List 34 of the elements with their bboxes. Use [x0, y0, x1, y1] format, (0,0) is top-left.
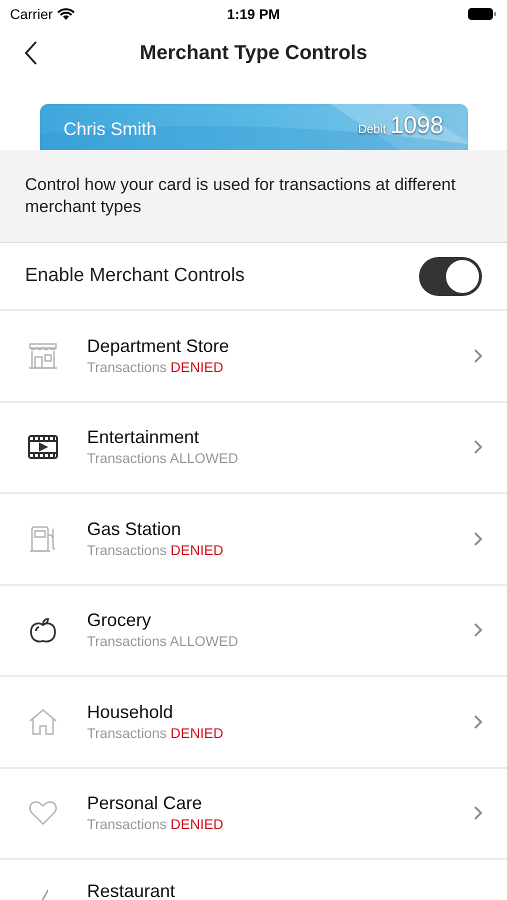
merchant-name: Gas Station: [87, 518, 182, 540]
transaction-status: Transactions ALLOWED: [87, 632, 240, 652]
merchant-name: Department Store: [87, 334, 230, 357]
battery-icon: [467, 7, 497, 21]
transaction-status: Transactions DENIED: [87, 358, 224, 377]
transaction-status: Transactions DENIED: [87, 815, 224, 834]
toggle-label: Enable Merchant Controls: [25, 264, 245, 288]
card-last-digits: 1098: [390, 114, 444, 138]
chevron-right-icon: [473, 714, 483, 730]
merchant-name: Household: [87, 700, 174, 723]
toggle-switch[interactable]: [419, 256, 482, 296]
transaction-status: Transactions ALLOWED: [87, 449, 240, 468]
chevron-right-icon: [473, 805, 483, 822]
wifi-icon: [56, 8, 75, 20]
cardholder-name: Chris Smith: [64, 118, 157, 141]
merchant-row[interactable]: Personal Care Transactions DENIED: [0, 768, 507, 860]
chevron-right-icon: [473, 439, 483, 456]
back-chevron-icon: [24, 40, 38, 66]
chevron-right-icon: [473, 530, 483, 547]
page-title: Merchant Type Controls: [140, 41, 368, 66]
chevron-right-icon: [473, 622, 483, 638]
merchant-name: Entertainment: [87, 426, 200, 448]
description-text: Control how your card is used for transactions at different merchant types: [25, 174, 457, 218]
merchant-name: Restaurant: [87, 880, 176, 900]
clock-time: 1:19 PM: [227, 4, 280, 24]
transaction-status: Transactions DENIED: [87, 724, 224, 743]
chevron-right-icon: [473, 348, 483, 364]
merchant-name: Personal Care: [87, 792, 204, 814]
merchant-row[interactable]: Entertainment Transactions ALLOWED: [0, 402, 507, 494]
transaction-status: Transactions DENIED: [87, 540, 224, 560]
carrier-label: Carrier: [10, 4, 53, 24]
card-type: Debit: [358, 121, 386, 138]
merchant-name: Grocery: [87, 609, 152, 632]
merchant-row[interactable]: Grocery Transactions ALLOWED: [0, 586, 507, 678]
